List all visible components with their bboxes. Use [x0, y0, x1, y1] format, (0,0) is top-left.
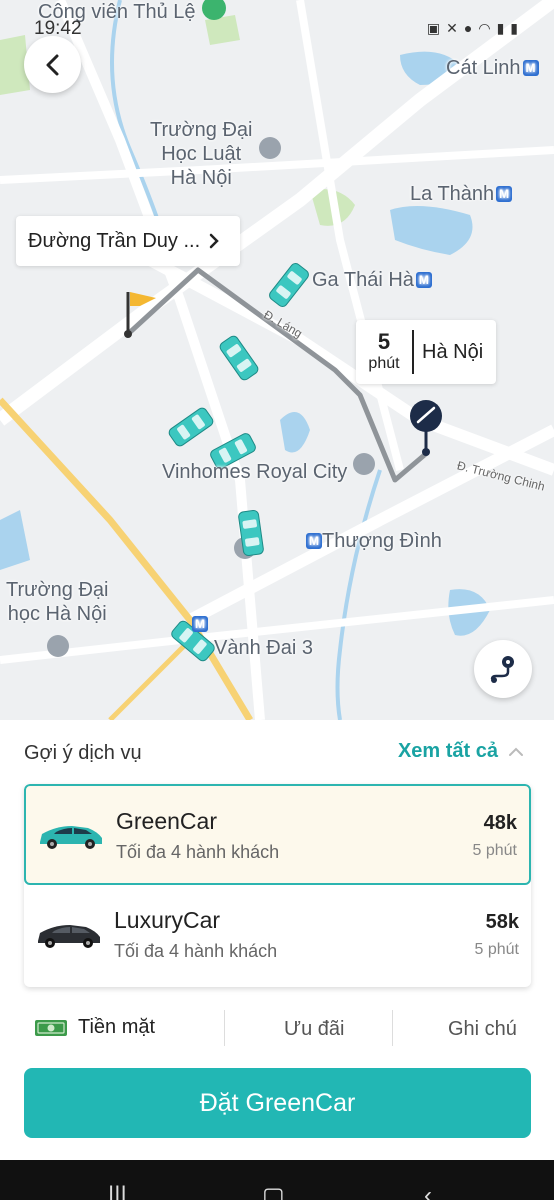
service-price: 58k [485, 911, 519, 933]
home-icon[interactable]: ▢ [262, 1182, 285, 1200]
map-view[interactable]: Công viên Thủ Lệ Cát Linh M Trường Đại Họ… [0, 0, 554, 720]
metro-icon: M [306, 533, 322, 549]
wifi-icon: ◠ [478, 20, 497, 36]
map-label-cat-linh: Cát Linh M [446, 56, 539, 80]
payment-method-button[interactable]: Tiền mặt [34, 1016, 155, 1039]
map-label-truong-luat: Trường Đại Học Luật Hà Nội [150, 119, 253, 189]
system-nav-bar: ||| ▢ ‹ [0, 1160, 554, 1200]
cash-icon [35, 1019, 67, 1036]
eta-time: 5 phút [356, 330, 412, 374]
metro-icon: M [522, 60, 539, 76]
divider [224, 1010, 225, 1046]
service-capacity: Tối đa 4 hành khách [116, 842, 280, 862]
destination-label[interactable]: Đường Trần Duy ... [16, 216, 240, 266]
map-label-ga-thai-ha: Ga Thái Hà M [312, 268, 432, 292]
green-car-icon [40, 826, 102, 849]
eta-city: Hà Nội [422, 340, 484, 363]
map-label-truong-dh-hn: Trường Đại học Hà Nội [6, 579, 109, 625]
metro-icon: M [415, 272, 432, 288]
chevron-right-icon [209, 233, 219, 249]
service-greencar[interactable]: GreenCar Tối đa 4 hành khách 48k 5 phút [24, 784, 531, 885]
status-bar: 19:42 ▣✕●◠▮▮ [0, 0, 554, 40]
destination-text: Đường Trần Duy ... [28, 229, 201, 252]
options-row: Tiền mặt Ưu đãi Ghi chú [0, 1008, 554, 1048]
panel-title: Gợi ý dịch vụ [24, 742, 142, 764]
map-label-text: La Thành [410, 183, 495, 205]
recent-apps-icon[interactable]: ||| [108, 1182, 127, 1200]
see-all-button[interactable]: Xem tất cả [398, 740, 524, 763]
map-label-la-thanh: La Thành M [410, 182, 513, 206]
service-price: 48k [483, 812, 517, 834]
eta-label: 5 phút Hà Nội [356, 320, 496, 384]
back-nav-icon[interactable]: ‹ [424, 1182, 432, 1200]
metro-icon: M [496, 186, 513, 202]
map-label-text: Ga Thái Hà [312, 269, 414, 291]
service-capacity: Tối đa 4 hành khách [114, 941, 278, 961]
notification-icon: ▣ [426, 20, 447, 36]
chevron-up-icon [509, 747, 523, 756]
mute-icon: ✕ [446, 20, 464, 36]
book-button[interactable]: Đặt GreenCar [24, 1068, 531, 1138]
promo-button[interactable]: Ưu đãi [284, 1018, 344, 1041]
service-luxurycar[interactable]: LuxuryCar Tối đa 4 hành khách 58k 5 phút [24, 885, 531, 986]
service-time: 5 phút [472, 842, 517, 859]
payment-label: Tiền mặt [78, 1016, 156, 1038]
service-name: GreenCar [116, 808, 217, 834]
signal-icon: ▮ [496, 20, 511, 36]
service-time: 5 phút [474, 941, 519, 958]
divider [392, 1010, 393, 1046]
service-name: LuxuryCar [114, 907, 221, 933]
battery-icon: ▮ [510, 20, 524, 36]
map-label-text: Cát Linh [446, 57, 521, 79]
map-label-vanh-dai-3: Vành Đai 3 [214, 637, 313, 659]
route-button[interactable] [474, 640, 532, 698]
service-panel: Gợi ý dịch vụ Xem tất cả GreenCar Tối đa… [0, 720, 554, 1160]
chevron-left-icon [46, 54, 58, 75]
luxury-car-icon [38, 925, 100, 948]
route-icon [490, 656, 514, 683]
eta-value: 5 [377, 329, 391, 354]
location-icon: ● [463, 20, 479, 36]
status-icons: ▣✕●◠▮▮ [427, 20, 524, 37]
see-all-label: Xem tất cả [397, 740, 498, 762]
note-button[interactable]: Ghi chú [448, 1018, 517, 1041]
service-list: GreenCar Tối đa 4 hành khách 48k 5 phút … [24, 784, 531, 987]
map-label-thuong-dinh: M Thượng Đình [304, 529, 442, 553]
map-label-vinhomes: Vinhomes Royal City [162, 461, 348, 483]
metro-icon: M [192, 616, 208, 632]
map-label-text: Thượng Đình [322, 530, 442, 552]
eta-unit: phút [368, 355, 400, 372]
back-button[interactable] [24, 36, 81, 93]
map-label-vanh-dai-3-metro: M [190, 612, 208, 636]
